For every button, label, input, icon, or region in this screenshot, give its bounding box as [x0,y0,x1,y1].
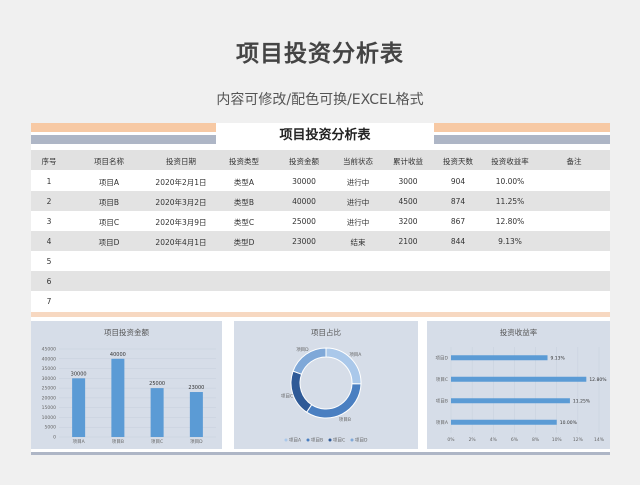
bar-value-label: 23000 [188,385,204,391]
y-tick-label: 25000 [42,386,56,392]
bar-value-label: 25000 [149,381,165,387]
y-tick-label: 15000 [42,405,56,411]
table-cell[interactable]: 7 [9,297,89,306]
x-tick-label: 项目D [190,439,203,445]
table-cell[interactable]: 项目D [69,237,149,248]
y-tick-label: 项目A [436,420,449,426]
page-subtitle: 内容可修改/配色可换/EXCEL格式 [216,92,424,108]
legend-label: 项目C [333,438,345,444]
table-cell[interactable]: 9.13% [470,237,550,246]
table-row[interactable]: 6 [31,271,610,291]
bar-value-label: 12.80% [589,377,607,383]
table-cell[interactable]: 12.80% [470,217,550,226]
y-tick-label: 45000 [42,347,56,353]
table-row[interactable]: 5 [31,251,610,271]
x-tick-label: 10% [552,437,563,443]
slice-label: 项目D [296,347,309,353]
slice-label: 项目A [349,352,362,358]
x-tick-label: 6% [511,437,519,443]
y-tick-label: 10000 [42,415,56,421]
y-tick-label: 项目D [436,355,449,361]
table-cell[interactable]: 6 [9,277,89,286]
x-tick-label: 0% [447,437,455,443]
y-tick-label: 35000 [42,366,56,372]
legend-label: 项目B [311,438,323,444]
table-cell[interactable]: 5 [9,257,89,266]
bar [72,378,86,437]
legend-swatch [306,438,310,442]
x-tick-label: 8% [532,437,540,443]
x-tick-label: 2% [469,437,477,443]
table-row[interactable]: 2 项目B 2020年3月2日 类型B 40000 进行中 4500 874 11.25% [31,191,610,211]
y-tick-label: 30000 [42,376,56,382]
x-tick-label: 项目A [73,439,86,445]
bar [451,419,557,425]
chart-title-amount: 项目投资金额 [104,328,149,337]
bar-value-label: 30000 [71,371,87,377]
bar [451,376,587,382]
legend-swatch [350,438,354,442]
header-band-left-peach [31,123,216,132]
table-cell[interactable]: 项目C [69,217,149,228]
bottom-band [31,452,610,455]
bar [451,398,570,404]
spreadsheet: 项目投资分析表 序号 项目名称 投资日期 投资类型 投资金额 当前状态 累计收益 投资天数 投资… [31,123,610,455]
table-row[interactable]: 3 项目C 2020年3月9日 类型C 25000 进行中 3200 867 12.80% [31,211,610,231]
table-row[interactable]: 4 项目D 2020年4月1日 类型D 23000 结束 2100 844 9.13% [31,231,610,251]
legend-label: 项目A [289,438,302,444]
x-tick-label: 12% [573,437,584,443]
bar-value-label: 10.00% [560,420,578,426]
bar [451,355,548,361]
table-cell[interactable]: 项目A [69,177,149,188]
slice-label: 项目B [339,417,351,423]
legend-swatch [328,438,332,442]
table-cell[interactable]: 10.00% [470,177,550,186]
column-header: 项目名称 [94,157,124,166]
x-tick-label: 项目C [151,439,163,445]
y-tick-label: 项目B [436,398,448,404]
bar-value-label: 9.13% [551,355,566,361]
chart-title-share: 项目占比 [311,328,341,337]
share-donut-chart-svg: 项目A 项目B 项目C 项目D 项目A 项目B 项目C 项目D [281,347,368,444]
column-header: 备注 [566,157,582,166]
legend-swatch [284,438,288,442]
investment-amount-chart[interactable]: 项目投资金额 0 5000 10000 15000 20000 25000 30000 350… [31,321,222,449]
bar-value-label: 11.25% [573,398,591,404]
return-rate-chart[interactable]: 投资收益率 0% 2% 4% 6% 8% 10% 12% 14% 项目D 9.13% 项目C 12.8… [427,321,610,449]
table-row[interactable]: 7 [31,291,610,311]
chart-title-rate: 投资收益率 [499,328,538,337]
header-band-right-grey [434,135,610,144]
slice-label: 项目C [281,393,293,399]
x-tick-label: 14% [594,437,605,443]
bar [189,392,203,437]
x-tick-label: 4% [490,437,498,443]
header-band-left-grey [31,135,216,144]
y-tick-label: 20000 [42,395,56,401]
bar [150,388,164,437]
sheet-title: 项目投资分析表 [216,123,434,148]
y-tick-label: 5000 [45,425,57,431]
page-title: 项目投资分析表 [236,41,404,67]
x-tick-label: 项目B [112,439,124,445]
project-share-chart[interactable]: 项目占比 项目A 项目B 项目C 项目D 项目A 项目B 项目C 项目D [234,321,418,449]
amount-bar-chart-svg: 0 5000 10000 15000 20000 25000 30000 35000 40000… [42,347,216,445]
header-band-right-peach [434,123,610,132]
donut-slice [290,370,313,413]
rate-bar-chart-svg: 0% 2% 4% 6% 8% 10% 12% 14% 项目D 9.13% 项目C 12.80% 项目B 1… [436,347,607,443]
section-divider [31,312,610,317]
y-tick-label: 项目C [436,377,448,383]
bar-value-label: 40000 [110,352,126,358]
bar [111,358,125,437]
table-cell[interactable]: 11.25% [470,197,550,206]
legend-label: 项目D [355,438,368,444]
y-tick-label: 0 [53,435,56,441]
table-header: 序号 项目名称 投资日期 投资类型 投资金额 当前状态 累计收益 投资天数 投资收益率 备注 [31,150,610,170]
table-row[interactable]: 1 项目A 2020年2月1日 类型A 30000 进行中 3000 904 10.00% [31,171,610,191]
table-cell[interactable]: 项目B [69,197,149,208]
y-tick-label: 40000 [42,356,56,362]
donut-slice [305,383,362,419]
